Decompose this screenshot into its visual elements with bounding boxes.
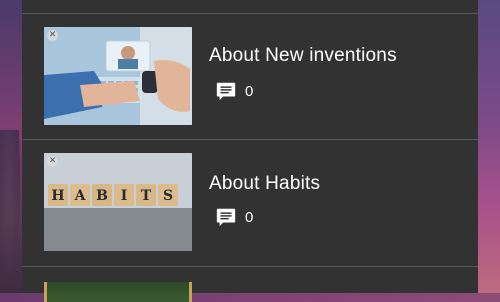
close-icon[interactable]: ✕ — [47, 156, 58, 167]
smartwatch-video-call-image — [44, 27, 192, 125]
habits-letter: H — [51, 188, 64, 204]
article-title[interactable]: About Habits — [209, 173, 320, 195]
habits-letter: I — [121, 188, 128, 204]
article-thumbnail[interactable] — [44, 282, 192, 302]
article-title[interactable]: About New inventions — [209, 45, 397, 67]
habits-letter: T — [141, 188, 152, 204]
comment-count: 0 — [245, 208, 254, 226]
close-icon[interactable]: ✕ — [47, 30, 58, 41]
comment-icon — [216, 82, 236, 101]
habits-wooden-blocks-image: H A B I T S — [44, 153, 192, 251]
comment-icon — [216, 208, 236, 227]
background-tree — [0, 130, 22, 293]
habits-letter: B — [96, 188, 108, 204]
habits-letter: S — [163, 188, 173, 204]
comment-count-row[interactable]: 0 — [215, 80, 253, 102]
article-thumbnail[interactable]: H A B I T S ✕ — [44, 153, 192, 251]
habits-letter: A — [74, 188, 87, 204]
article-card[interactable]: H A B I T S ✕ About Habits 0 — [22, 140, 478, 266]
comment-count-row[interactable]: 0 — [215, 206, 253, 228]
article-thumbnail[interactable]: ✕ — [44, 27, 192, 125]
article-card[interactable]: ✕ About New inventions 0 — [22, 14, 478, 140]
divider — [22, 266, 478, 267]
background-right — [478, 0, 500, 293]
comment-count: 0 — [245, 82, 254, 100]
article-list-panel: ✕ About New inventions 0 H A B I T S ✕ A… — [22, 0, 478, 302]
